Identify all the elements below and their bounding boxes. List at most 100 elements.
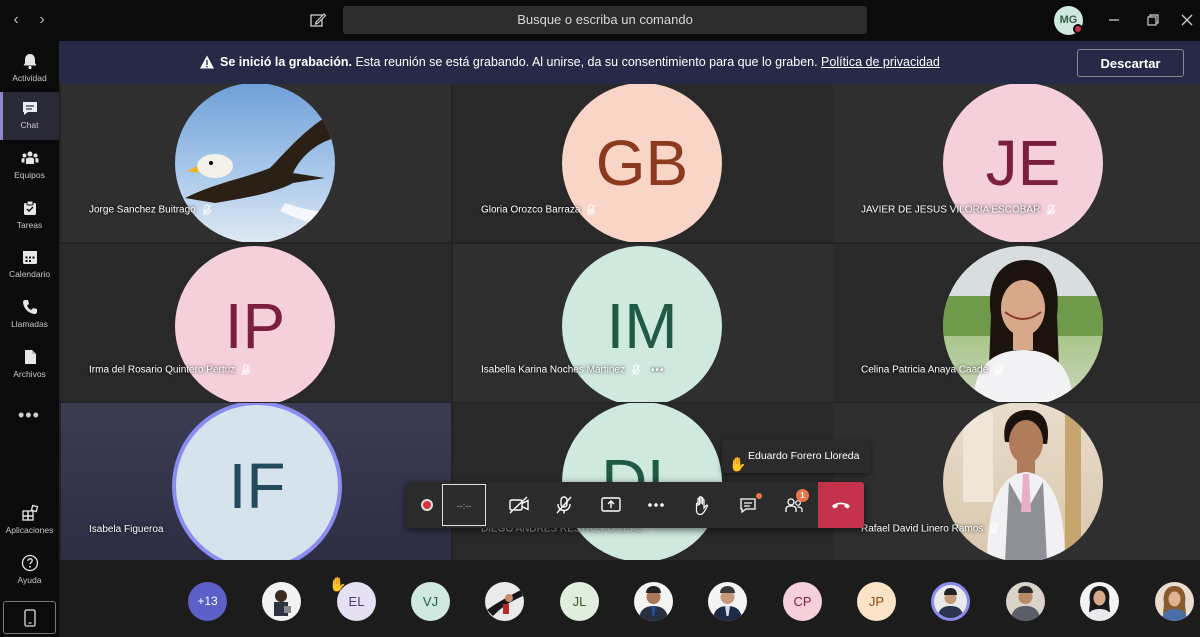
banner-title: Se inició la grabación. bbox=[220, 55, 352, 69]
participant-tile[interactable]: IP Irma del Rosario Quintero Pertuz bbox=[61, 244, 451, 402]
participant-photo bbox=[943, 246, 1103, 402]
device-button[interactable] bbox=[3, 601, 56, 634]
sidebar-item-label: Llamadas bbox=[11, 319, 48, 329]
person-image bbox=[938, 588, 963, 618]
sidebar-item-label: Calendario bbox=[8, 269, 51, 279]
participant-thumb[interactable] bbox=[1006, 582, 1045, 621]
restore-icon[interactable] bbox=[1143, 10, 1163, 30]
sidebar-item-label: Chat bbox=[20, 120, 39, 130]
chat-bubble-icon bbox=[740, 498, 756, 514]
more-options-icon[interactable]: ••• bbox=[651, 365, 665, 376]
participants-badge: 1 bbox=[796, 489, 809, 502]
mic-off-button[interactable] bbox=[541, 482, 587, 528]
calendar-icon bbox=[22, 251, 37, 264]
mic-off-icon bbox=[989, 523, 999, 535]
compose-icon[interactable] bbox=[308, 10, 328, 30]
participant-thumb-speaking[interactable] bbox=[931, 582, 970, 621]
mic-off-icon bbox=[1046, 204, 1056, 216]
more-participants-button[interactable]: +13 bbox=[188, 582, 227, 621]
teams-icon bbox=[21, 151, 38, 164]
participants-button[interactable] bbox=[771, 482, 817, 528]
participant-thumb[interactable] bbox=[1155, 582, 1194, 621]
app-sidebar: Actividad Chat Equipos Tareas Calendario… bbox=[0, 41, 59, 637]
close-icon[interactable] bbox=[1177, 10, 1197, 30]
raised-hand-name: Eduardo Forero Lloreda bbox=[748, 450, 860, 462]
camera-off-button[interactable] bbox=[495, 482, 541, 528]
sidebar-item-tasks[interactable]: Tareas bbox=[0, 192, 59, 240]
participant-name: Rafael David Linero Ramos bbox=[861, 523, 999, 535]
sidebar-item-chat[interactable]: Chat bbox=[0, 92, 59, 140]
camera-off-icon bbox=[509, 496, 529, 514]
participant-name: Gloria Orozco Barraza bbox=[481, 204, 596, 216]
banner-text: Se inició la grabación. Esta reunión se … bbox=[220, 55, 940, 69]
participant-tile[interactable]: Rafael David Linero Ramos bbox=[833, 403, 1200, 561]
participant-name: Irma del Rosario Quintero Pertuz bbox=[89, 364, 251, 376]
apps-icon bbox=[21, 504, 38, 521]
privacy-policy-link[interactable]: Política de privacidad bbox=[821, 55, 940, 69]
bell-icon bbox=[23, 54, 36, 70]
participant-thumb[interactable]: JP bbox=[857, 582, 896, 621]
raise-hand-button[interactable] bbox=[679, 482, 725, 528]
participant-avatar: JE bbox=[943, 84, 1103, 242]
participant-tile[interactable]: JE JAVIER DE JESUS VILORIA ESCOBAR bbox=[833, 84, 1200, 242]
sidebar-item-teams[interactable]: Equipos bbox=[0, 142, 59, 190]
sidebar-item-label: Aplicaciones bbox=[5, 525, 54, 535]
participant-thumb[interactable] bbox=[262, 582, 301, 621]
participant-thumb[interactable]: VJ bbox=[411, 582, 450, 621]
sidebar-item-label: Archivos bbox=[13, 369, 46, 379]
sidebar-item-help[interactable]: Ayuda bbox=[0, 547, 59, 595]
participant-thumb[interactable]: EL bbox=[337, 582, 376, 621]
participant-thumb[interactable] bbox=[485, 582, 524, 621]
unread-indicator bbox=[756, 493, 762, 499]
participant-thumb[interactable] bbox=[634, 582, 673, 621]
sidebar-item-files[interactable]: Archivos bbox=[0, 341, 59, 389]
person-image bbox=[713, 586, 742, 621]
mic-off-icon bbox=[994, 364, 1004, 376]
files-icon bbox=[24, 350, 36, 364]
participant-tile[interactable]: Celina Patricia Anaya Caade bbox=[833, 244, 1200, 402]
participant-name: Celina Patricia Anaya Caade bbox=[861, 364, 1004, 376]
participant-thumb[interactable]: CP bbox=[783, 582, 822, 621]
mic-off-icon bbox=[202, 204, 212, 216]
warning-icon bbox=[200, 55, 214, 69]
participant-tile[interactable]: Jorge Sanchez Buitrago bbox=[61, 84, 451, 242]
participant-thumb[interactable] bbox=[708, 582, 747, 621]
search-input[interactable]: Busque o escriba un comando bbox=[343, 6, 867, 34]
more-actions-button[interactable] bbox=[633, 482, 679, 528]
forward-icon[interactable]: › bbox=[32, 10, 52, 30]
phone-icon bbox=[22, 300, 37, 314]
more-apps-icon[interactable]: ••• bbox=[18, 405, 40, 426]
person-image bbox=[487, 590, 523, 616]
share-screen-icon bbox=[601, 497, 621, 512]
mic-off-icon bbox=[631, 364, 641, 376]
participant-name: Jorge Sanchez Buitrago bbox=[89, 204, 212, 216]
chat-button[interactable] bbox=[725, 482, 771, 528]
sidebar-item-activity[interactable]: Actividad bbox=[0, 45, 59, 93]
participant-name: Isabella Karina Noches Martinez ••• bbox=[481, 364, 665, 376]
participant-thumb[interactable]: JL bbox=[560, 582, 599, 621]
minimize-icon[interactable] bbox=[1104, 10, 1124, 30]
tasks-icon bbox=[23, 200, 36, 215]
recording-banner: Se inició la grabación. Esta reunión se … bbox=[59, 41, 1200, 84]
sidebar-item-calendar[interactable]: Calendario bbox=[0, 241, 59, 289]
share-screen-button[interactable] bbox=[587, 482, 633, 528]
participant-tile-speaking[interactable]: IF Isabela Figueroa bbox=[61, 403, 451, 561]
sidebar-item-label: Tareas bbox=[16, 220, 43, 230]
sidebar-item-calls[interactable]: Llamadas bbox=[0, 291, 59, 339]
participant-name: JAVIER DE JESUS VILORIA ESCOBAR bbox=[861, 204, 1056, 216]
back-icon[interactable]: ‹ bbox=[6, 10, 26, 30]
participant-tile[interactable]: GB Gloria Orozco Barraza bbox=[453, 84, 843, 242]
title-bar: ‹ › Busque o escriba un comando MG bbox=[0, 0, 1200, 41]
dismiss-button[interactable]: Descartar bbox=[1077, 49, 1184, 77]
hang-up-button[interactable] bbox=[818, 482, 864, 528]
raised-hand-icon: ✋ bbox=[729, 456, 747, 472]
participant-avatar: IP bbox=[175, 246, 335, 402]
participant-tile[interactable]: IM Isabella Karina Noches Martinez ••• bbox=[453, 244, 843, 402]
participant-thumb[interactable] bbox=[1080, 582, 1119, 621]
raise-hand-icon bbox=[695, 496, 709, 516]
sidebar-item-apps[interactable]: Aplicaciones bbox=[0, 497, 59, 545]
participant-avatar: IM bbox=[562, 246, 722, 402]
more-icon bbox=[648, 503, 664, 507]
participant-avatar: GB bbox=[562, 84, 722, 242]
busy-status-icon bbox=[1073, 24, 1083, 34]
